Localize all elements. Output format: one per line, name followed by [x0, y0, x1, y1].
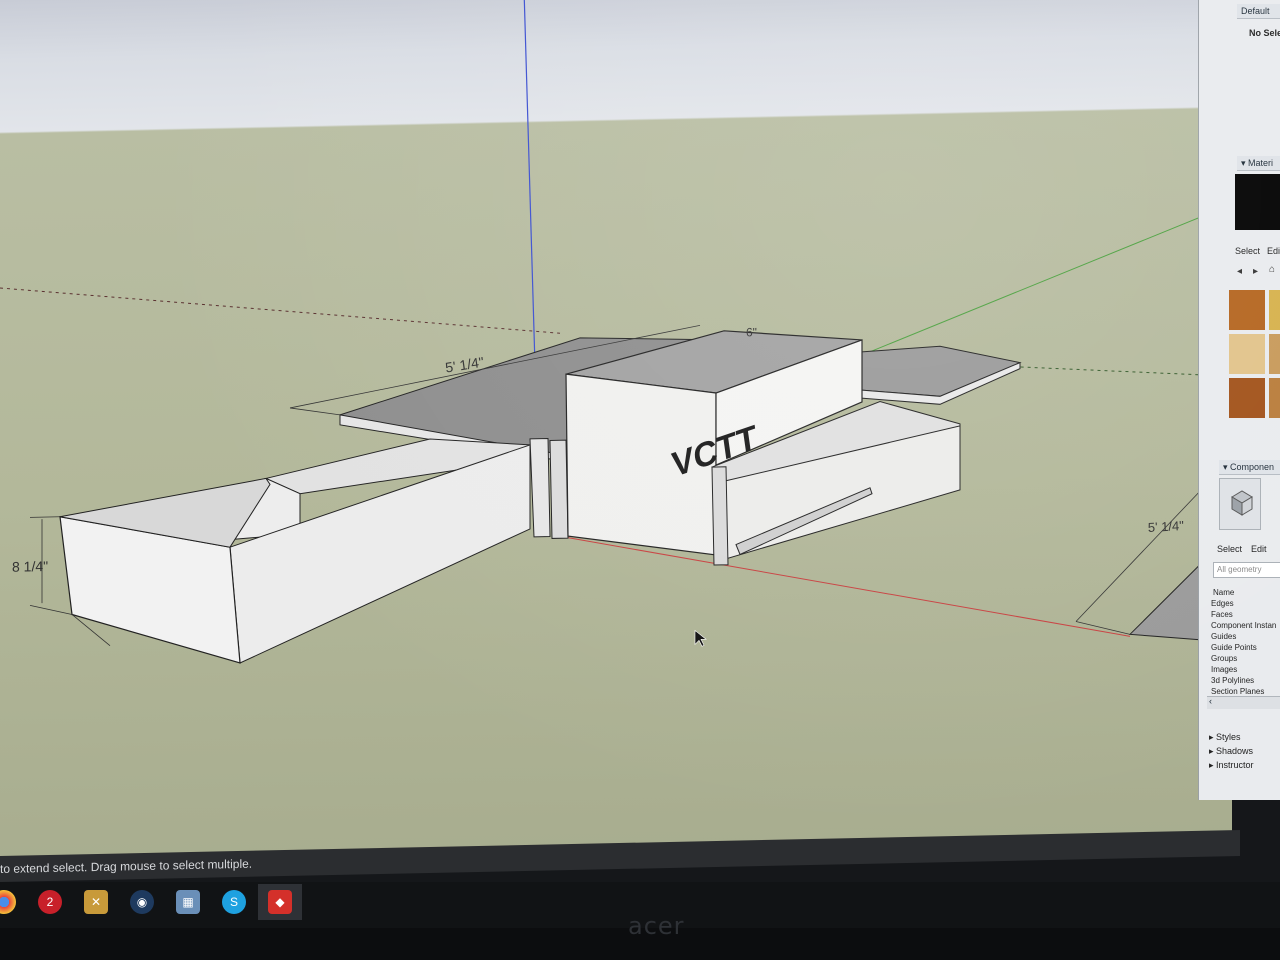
gallery-icon[interactable]: ▦ — [176, 890, 200, 914]
monitor-screen: 5' 1/4" 6" 8 1/4" 5' 1/4" VCTT Default N… — [0, 0, 1280, 960]
right-drawer-post — [711, 466, 729, 566]
upright-right — [549, 439, 569, 539]
home-icon[interactable]: ⌂ — [1269, 264, 1275, 275]
shadows-panel-header[interactable]: ▸ Shadows — [1209, 746, 1253, 757]
steam-icon[interactable]: ◉ — [130, 890, 154, 914]
styles-panel-header[interactable]: ▸ Styles — [1209, 732, 1241, 743]
material-preview — [1235, 174, 1280, 230]
list-item[interactable]: Groups — [1211, 654, 1237, 663]
components-panel-header[interactable]: ▾ Componen — [1219, 460, 1280, 475]
material-swatch[interactable] — [1229, 290, 1265, 330]
model-scene[interactable]: 5' 1/4" 6" 8 1/4" 5' 1/4" VCTT — [0, 0, 1232, 870]
material-swatch[interactable] — [1229, 378, 1265, 418]
instructor-panel-title: Instructor — [1216, 760, 1254, 770]
chevron-down-icon: ▾ — [1241, 158, 1249, 168]
list-header-name: Name — [1213, 588, 1235, 597]
chevron-right-icon: ▸ — [1209, 760, 1217, 770]
materials-tab-select[interactable]: Select — [1235, 246, 1260, 256]
game-icon[interactable]: 2 — [38, 890, 62, 914]
entity-info: No Sele — [1249, 28, 1280, 38]
chevron-right-icon: ▸ — [1209, 746, 1217, 756]
status-hint: to extend select. Drag mouse to select m… — [0, 856, 253, 876]
filter-placeholder: All geometry — [1217, 565, 1262, 574]
components-tab-edit[interactable]: Edit — [1251, 544, 1267, 554]
list-item[interactable]: Component Instan — [1211, 621, 1276, 630]
dimension-right-label: 5' 1/4" — [1148, 518, 1185, 535]
material-swatch[interactable] — [1269, 334, 1280, 374]
styles-panel-title: Styles — [1216, 732, 1241, 742]
instructor-panel-header[interactable]: ▸ Instructor — [1209, 760, 1254, 771]
component-thumbnail[interactable] — [1219, 478, 1261, 530]
sketchup-viewport[interactable]: 5' 1/4" 6" 8 1/4" 5' 1/4" VCTT — [0, 0, 1232, 870]
chrome-icon[interactable] — [0, 890, 16, 914]
sketchup-icon: ◆ — [268, 890, 292, 914]
materials-panel-title: Materi — [1248, 158, 1274, 168]
dimension-partial-label: 6" — [746, 325, 757, 339]
cube-icon — [1231, 490, 1253, 516]
monitor-brand-logo: acer — [628, 912, 685, 940]
tool-icon[interactable]: ✕ — [84, 890, 108, 914]
list-item[interactable]: Guides — [1211, 632, 1236, 641]
tray-title: Default — [1237, 4, 1280, 19]
dimension-height-label: 8 1/4" — [12, 558, 48, 575]
list-scrollbar[interactable]: ‹ — [1207, 696, 1280, 709]
chevron-right-icon: ▸ — [1209, 732, 1217, 742]
materials-tab-edit[interactable]: Edi — [1267, 246, 1280, 256]
skype-icon[interactable]: S — [222, 890, 246, 914]
list-item[interactable]: Guide Points — [1211, 643, 1257, 652]
list-item[interactable]: Section Planes — [1211, 687, 1264, 696]
shadows-panel-title: Shadows — [1216, 746, 1254, 756]
red-axis-dotted — [0, 287, 561, 334]
components-filter-input[interactable]: All geometry — [1213, 562, 1280, 578]
upright-left — [529, 438, 551, 538]
material-swatch[interactable] — [1269, 290, 1280, 330]
list-item[interactable]: Edges — [1211, 599, 1234, 608]
list-item[interactable]: Faces — [1211, 610, 1233, 619]
list-item[interactable]: Images — [1211, 665, 1237, 674]
default-tray: Default No Sele ▾ Materi Select Edi ◂ ▸ … — [1198, 0, 1280, 800]
scroll-left-icon[interactable]: ‹ — [1209, 696, 1212, 706]
forward-arrow-icon[interactable]: ▸ — [1253, 266, 1258, 277]
material-swatch[interactable] — [1269, 378, 1280, 418]
materials-panel-header[interactable]: ▾ Materi — [1237, 156, 1280, 171]
chevron-down-icon: ▾ — [1223, 462, 1231, 472]
sketchup-taskbar-button[interactable]: ◆ — [258, 884, 302, 920]
right-shelf-face — [859, 345, 1022, 397]
back-arrow-icon[interactable]: ◂ — [1237, 266, 1242, 277]
mouse-cursor-icon — [694, 629, 707, 647]
material-swatch[interactable] — [1229, 334, 1265, 374]
components-tab-select[interactable]: Select — [1217, 544, 1242, 554]
list-item[interactable]: 3d Polylines — [1211, 676, 1254, 685]
green-axis — [869, 203, 1232, 353]
components-panel-title: Componen — [1230, 462, 1275, 472]
